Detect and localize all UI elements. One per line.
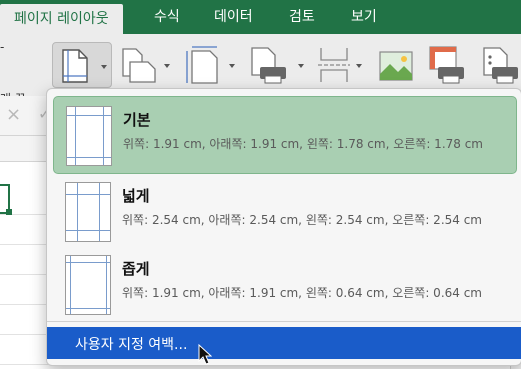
orientation-button[interactable] <box>118 42 172 88</box>
print-titles-icon <box>429 46 464 84</box>
breaks-icon <box>318 48 350 82</box>
tab-page-layout[interactable]: 페이지 레이아웃 <box>0 4 123 34</box>
cancel-icon[interactable]: × <box>6 104 21 125</box>
margin-option-title: 좁게 <box>122 260 150 278</box>
size-icon <box>186 46 218 84</box>
narrow-margins-icon <box>65 255 111 315</box>
background-button[interactable] <box>374 42 418 88</box>
margin-option-description: 위쪽: 1.91 cm, 아래쪽: 1.91 cm, 왼쪽: 1.78 cm, … <box>123 137 483 151</box>
page-setup-icon <box>483 47 518 84</box>
menu-separator <box>47 321 521 322</box>
orientation-icon <box>122 48 156 83</box>
print-area-icon <box>251 47 286 84</box>
normal-margins-icon <box>66 106 112 166</box>
mouse-pointer-icon <box>198 344 212 365</box>
margin-option-normal[interactable]: 기본 위쪽: 1.91 cm, 아래쪽: 1.91 cm, 왼쪽: 1.78 c… <box>53 96 517 174</box>
custom-margins-label: 사용자 지정 여백... <box>75 337 188 353</box>
ribbon-left-dash: - <box>0 40 5 54</box>
margin-option-description: 위쪽: 1.91 cm, 아래쪽: 1.91 cm, 왼쪽: 0.64 cm, … <box>122 286 482 300</box>
wide-margins-icon <box>65 182 111 242</box>
ribbon-tab-bar: 페이지 레이아웃 수식 데이터 검토 보기 <box>0 0 521 34</box>
print-titles-button[interactable] <box>424 42 472 88</box>
print-area-button[interactable] <box>246 42 306 88</box>
custom-margins-item[interactable]: 사용자 지정 여백... <box>47 327 521 359</box>
margins-icon <box>62 49 88 83</box>
tab-view[interactable]: 보기 <box>351 0 377 34</box>
fill-handle[interactable] <box>6 209 12 215</box>
chevron-down-icon <box>164 64 170 68</box>
margin-option-description: 위쪽: 2.54 cm, 아래쪽: 2.54 cm, 왼쪽: 2.54 cm, … <box>122 213 482 227</box>
size-button[interactable] <box>182 42 238 88</box>
margins-button[interactable] <box>52 42 112 88</box>
margin-option-narrow[interactable]: 좁게 위쪽: 1.91 cm, 아래쪽: 1.91 cm, 왼쪽: 0.64 c… <box>53 246 517 324</box>
chevron-down-icon <box>356 64 362 68</box>
chevron-down-icon <box>229 64 235 68</box>
margins-dropdown: 기본 위쪽: 1.91 cm, 아래쪽: 1.91 cm, 왼쪽: 1.78 c… <box>46 88 521 366</box>
tab-review[interactable]: 검토 <box>289 0 315 34</box>
chevron-down-icon <box>298 64 304 68</box>
chevron-down-icon <box>101 65 107 69</box>
page-setup-button[interactable] <box>478 42 521 88</box>
margin-option-wide[interactable]: 넓게 위쪽: 2.54 cm, 아래쪽: 2.54 cm, 왼쪽: 2.54 c… <box>53 173 517 251</box>
margin-option-title: 기본 <box>123 111 151 129</box>
margin-option-title: 넓게 <box>122 187 150 205</box>
background-icon <box>379 51 413 81</box>
tab-formulas[interactable]: 수식 <box>154 0 180 34</box>
tab-data[interactable]: 데이터 <box>214 0 253 34</box>
breaks-button[interactable] <box>314 42 368 88</box>
ribbon-toolbar: - 래 끌 <box>0 34 521 106</box>
